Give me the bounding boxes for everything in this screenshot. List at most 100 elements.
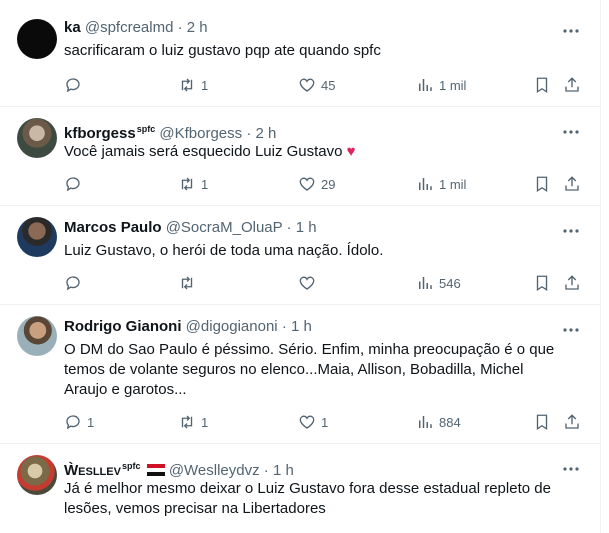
reply-button[interactable]: 1	[64, 412, 94, 432]
timestamp[interactable]: 1 h	[296, 219, 317, 236]
timestamp[interactable]: 2 h	[256, 125, 277, 142]
bookmark-button[interactable]	[533, 75, 551, 95]
share-button[interactable]	[563, 412, 581, 432]
bookmark-icon	[536, 176, 548, 193]
tweet-text: Já é melhor mesmo deixar o Luiz Gustavo …	[64, 479, 564, 519]
more-icon[interactable]	[562, 123, 580, 141]
avatar[interactable]	[17, 455, 57, 495]
more-icon[interactable]	[562, 321, 580, 339]
author-name[interactable]: Ẁesllev	[64, 462, 121, 479]
tweet[interactable]: ka @spfcrealmd · 2 h sacrificaram o luiz…	[0, 0, 600, 107]
share-button[interactable]	[563, 273, 581, 293]
like-button[interactable]	[298, 273, 316, 293]
tweet-text-line: lesões, vemos precisar na Libertadores	[64, 500, 326, 517]
views-button[interactable]: 546	[416, 273, 461, 293]
view-count: 546	[439, 275, 461, 291]
reply-button[interactable]	[64, 75, 82, 95]
tweet[interactable]: Ẁesllevspfc @Weslleydvz · 1 h Já é melho…	[0, 444, 600, 533]
bookmark-button[interactable]	[533, 412, 551, 432]
views-icon	[419, 416, 432, 428]
like-icon	[299, 177, 315, 191]
red-heart-emoji: ♥	[346, 143, 356, 160]
more-icon[interactable]	[562, 460, 580, 478]
retweet-icon	[181, 177, 193, 191]
author-handle[interactable]: @spfcrealmd	[85, 19, 174, 36]
tweet[interactable]: kfborgessspfc @Kfborgess · 2 h Você jama…	[0, 107, 600, 206]
like-button[interactable]: 29	[298, 174, 335, 194]
author-handle[interactable]: @digogianoni	[186, 318, 278, 335]
views-button[interactable]: 1 mil	[416, 174, 466, 194]
share-icon	[565, 77, 579, 92]
name-badge: spfc	[136, 124, 156, 134]
views-button[interactable]: 1 mil	[416, 75, 466, 95]
share-button[interactable]	[563, 174, 581, 194]
tweet-text: Você jamais será esquecido Luiz Gustavo …	[64, 142, 564, 162]
tweet-header: kfborgessspfc @Kfborgess · 2 h	[64, 119, 276, 144]
bookmark-button[interactable]	[533, 174, 551, 194]
retweet-count: 1	[201, 77, 209, 93]
tweet-text-line: O DM do Sao Paulo é péssimo. Sério. Enfi…	[64, 341, 555, 358]
tweet[interactable]: Marcos Paulo @SocraM_OluaP · 1 h Luiz Gu…	[0, 206, 600, 305]
share-button[interactable]	[563, 75, 581, 95]
tweet-text: sacrificaram o luiz gustavo pqp ate quan…	[64, 42, 381, 59]
timestamp[interactable]: 1 h	[291, 318, 312, 335]
avatar[interactable]	[17, 217, 57, 257]
retweet-button[interactable]: 1	[178, 412, 208, 432]
timeline: ka @spfcrealmd · 2 h sacrificaram o luiz…	[0, 0, 601, 533]
bookmark-icon	[536, 275, 548, 292]
timestamp[interactable]: 1 h	[273, 462, 294, 479]
tweet-header: Marcos Paulo @SocraM_OluaP · 1 h	[64, 218, 317, 238]
author-name[interactable]: kfborgess	[64, 125, 136, 142]
views-icon	[419, 178, 432, 190]
views-icon	[419, 79, 432, 91]
separator: ·	[286, 219, 292, 236]
more-icon[interactable]	[562, 22, 580, 40]
tweet-text: Luiz Gustavo, o herói de toda uma nação.…	[64, 242, 384, 259]
timestamp[interactable]: 2 h	[187, 19, 208, 36]
tweet-actions: 1 1 1 884	[64, 412, 584, 432]
tweet-text-line: Já é melhor mesmo deixar o Luiz Gustavo …	[64, 480, 551, 497]
tweet[interactable]: Rodrigo Gianoni @digogianoni · 1 h O DM …	[0, 305, 600, 444]
flag-icon	[146, 464, 165, 476]
like-button[interactable]: 1	[298, 412, 328, 432]
bookmark-icon	[536, 77, 548, 94]
separator: ·	[263, 462, 269, 479]
reply-icon	[66, 276, 80, 291]
retweet-count: 1	[201, 176, 209, 192]
like-count: 29	[321, 176, 336, 192]
author-name[interactable]: Marcos Paulo	[64, 219, 162, 236]
avatar[interactable]	[17, 316, 57, 356]
avatar[interactable]	[17, 118, 57, 158]
share-icon	[565, 275, 579, 290]
separator: ·	[281, 318, 287, 335]
tweet-header: Ẁesllevspfc @Weslleydvz · 1 h	[64, 456, 294, 481]
author-handle[interactable]: @SocraM_OluaP	[166, 219, 283, 236]
author-name[interactable]: Rodrigo Gianoni	[64, 318, 182, 335]
like-button[interactable]: 45	[298, 75, 335, 95]
retweet-button[interactable]: 1	[178, 75, 208, 95]
more-icon[interactable]	[562, 222, 580, 240]
tweet-actions: 1 45 1 mil	[64, 75, 584, 95]
reply-button[interactable]	[64, 273, 82, 293]
reply-icon	[66, 177, 80, 192]
retweet-icon	[181, 276, 193, 290]
tweet-text-content: Você jamais será esquecido Luiz Gustavo	[64, 143, 347, 160]
reply-count: 1	[87, 414, 95, 430]
retweet-button[interactable]: 1	[178, 174, 208, 194]
author-name[interactable]: ka	[64, 19, 81, 36]
reply-button[interactable]	[64, 174, 82, 194]
tweet-text-line: temos de volante seguros no elenco...Mai…	[64, 361, 524, 378]
bookmark-button[interactable]	[533, 273, 551, 293]
like-count: 1	[321, 414, 329, 430]
views-button[interactable]: 884	[416, 412, 461, 432]
author-handle[interactable]: @Weslleydvz	[169, 462, 260, 479]
author-handle[interactable]: @Kfborgess	[159, 125, 242, 142]
separator: ·	[177, 19, 183, 36]
bookmark-icon	[536, 414, 548, 431]
retweet-button[interactable]	[178, 273, 196, 293]
share-icon	[565, 176, 579, 191]
separator: ·	[246, 125, 252, 142]
name-badge: spfc	[121, 461, 141, 471]
tweet-actions: 1 29 1 mil	[64, 174, 584, 194]
avatar[interactable]	[17, 19, 57, 59]
